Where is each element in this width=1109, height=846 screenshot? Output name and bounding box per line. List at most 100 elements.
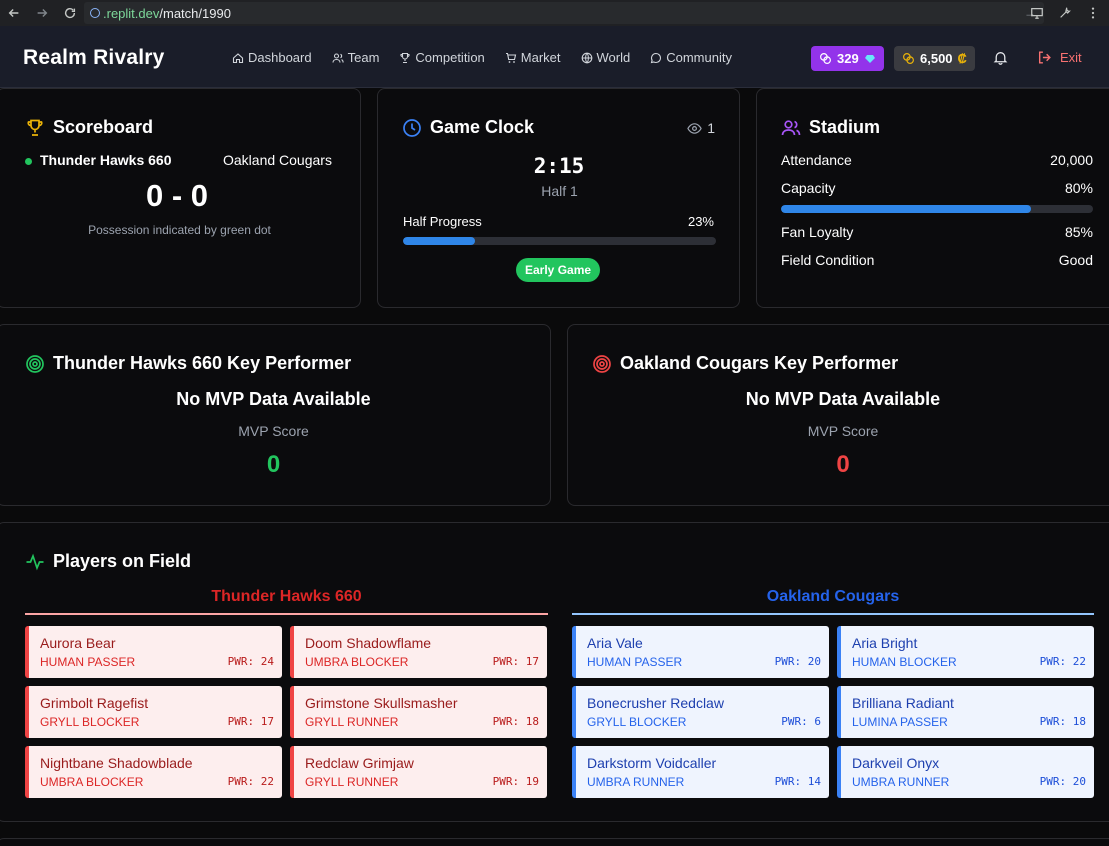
player-name: Grimbolt Ragefist: [40, 695, 149, 711]
main-nav: Dashboard Team Competition Market World …: [232, 50, 732, 65]
player-power: PWR: 20: [1039, 775, 1086, 788]
player-card[interactable]: Aria Vale HUMAN PASSER PWR: 20: [572, 626, 829, 678]
logout-icon: [1038, 51, 1051, 64]
address-bar[interactable]: .replit.dev/match/1990 →: [84, 2, 1044, 24]
player-card[interactable]: Grimstone Skullsmasher GRYLL RUNNER PWR: …: [290, 686, 547, 738]
gem-icon: [864, 54, 875, 63]
scoreboard-title: Scoreboard: [25, 117, 153, 138]
player-card[interactable]: Grimbolt Ragefist GRYLL BLOCKER PWR: 17: [25, 686, 282, 738]
player-role: GRYLL BLOCKER: [40, 715, 140, 729]
player-name: Darkveil Onyx: [852, 755, 940, 771]
half-progress-fill: [403, 237, 475, 245]
half-progress-bar: [403, 237, 716, 245]
player-power: PWR: 17: [227, 715, 274, 728]
browser-toolbar: .replit.dev/match/1990 →: [0, 0, 1109, 26]
home-mvp-score: 0: [266, 451, 281, 478]
player-role: HUMAN BLOCKER: [852, 655, 957, 669]
game-time: 2:15: [533, 154, 585, 178]
player-name: Doom Shadowflame: [305, 635, 432, 651]
player-card[interactable]: Brilliana Radiant LUMINA PASSER PWR: 18: [837, 686, 1094, 738]
player-role: GRYLL RUNNER: [305, 715, 399, 729]
player-card[interactable]: Aurora Bear HUMAN PASSER PWR: 24: [25, 626, 282, 678]
wrench-icon[interactable]: [1053, 0, 1077, 26]
game-clock-card: Game Clock 1 2:15 Half 1 Half Progress 2…: [377, 88, 740, 308]
coins-icon: [903, 53, 914, 64]
player-power: PWR: 18: [492, 715, 539, 728]
player-role: GRYLL BLOCKER: [587, 715, 687, 729]
player-role: UMBRA BLOCKER: [40, 775, 144, 789]
activity-icon: [26, 553, 44, 570]
users-icon: [781, 119, 801, 135]
nav-dashboard[interactable]: Dashboard: [232, 50, 312, 65]
player-card[interactable]: Nightbane Shadowblade UMBRA BLOCKER PWR: …: [25, 746, 282, 798]
player-power: PWR: 14: [774, 775, 821, 788]
exit-button[interactable]: Exit: [1037, 50, 1082, 65]
credits-count: 6,500: [920, 51, 953, 66]
player-power: PWR: 6: [781, 715, 821, 728]
gems-balance[interactable]: 329: [811, 46, 884, 71]
player-role: GRYLL RUNNER: [305, 775, 399, 789]
home-roster-heading: Thunder Hawks 660: [25, 588, 548, 615]
player-name: Redclaw Grimjaw: [305, 755, 414, 771]
nav-team[interactable]: Team: [332, 50, 379, 65]
credit-currency-icon: ₡: [957, 51, 967, 66]
player-card[interactable]: Doom Shadowflame UMBRA BLOCKER PWR: 17: [290, 626, 547, 678]
app-header: Realm Rivalry Dashboard Team Competition…: [0, 26, 1109, 88]
target-icon: [26, 354, 44, 373]
bell-icon[interactable]: [993, 50, 1008, 70]
nav-market[interactable]: Market: [505, 50, 561, 65]
half-indicator: Half 1: [541, 183, 578, 199]
trophy-icon: [27, 119, 43, 136]
forward-icon[interactable]: [28, 0, 56, 26]
player-card[interactable]: Bonecrusher Redclaw GRYLL BLOCKER PWR: 6: [572, 686, 829, 738]
players-on-field-title: Players on Field: [25, 551, 191, 572]
url-host: .replit.dev: [103, 5, 160, 21]
site-info-icon[interactable]: [90, 8, 100, 18]
chat-bubble-icon: [650, 52, 662, 63]
away-mvp-status: No MVP Data Available: [745, 389, 941, 409]
player-card[interactable]: Darkveil Onyx UMBRA RUNNER PWR: 20: [837, 746, 1094, 798]
home-mvp-score-label: MVP Score: [238, 423, 309, 439]
player-power: PWR: 17: [492, 655, 539, 668]
nav-competition[interactable]: Competition: [399, 50, 485, 65]
player-role: UMBRA BLOCKER: [305, 655, 409, 669]
brand-logo[interactable]: Realm Rivalry: [23, 46, 165, 70]
possession-note: Possession indicated by green dot: [88, 223, 271, 237]
player-name: Darkstorm Voidcaller: [587, 755, 717, 771]
player-power: PWR: 22: [227, 775, 274, 788]
monitor-icon[interactable]: [1025, 0, 1049, 26]
more-icon[interactable]: [1081, 0, 1105, 26]
eye-icon: [687, 122, 702, 134]
player-card[interactable]: Aria Bright HUMAN BLOCKER PWR: 22: [837, 626, 1094, 678]
capacity-bar: [781, 205, 1093, 213]
player-card[interactable]: Darkstorm Voidcaller UMBRA RUNNER PWR: 14: [572, 746, 829, 798]
attendance-row: Attendance 20,000: [781, 152, 1093, 168]
player-name: Aurora Bear: [40, 635, 116, 651]
nav-label: Dashboard: [248, 50, 312, 65]
game-clock-title: Game Clock: [402, 117, 534, 138]
url-path: /match/1990: [159, 5, 231, 21]
credits-balance[interactable]: 6,500 ₡: [894, 46, 975, 71]
coins-icon: [820, 53, 831, 64]
back-icon[interactable]: [0, 0, 28, 26]
half-progress-label: Half Progress: [403, 214, 482, 229]
score-display: 0 - 0: [145, 178, 209, 213]
capacity-row: Capacity 80%: [781, 180, 1093, 196]
nav-world[interactable]: World: [581, 50, 631, 65]
player-power: PWR: 19: [492, 775, 539, 788]
player-power: PWR: 18: [1039, 715, 1086, 728]
nav-community[interactable]: Community: [650, 50, 732, 65]
gems-count: 329: [837, 51, 859, 66]
half-progress-value: 23%: [687, 214, 714, 229]
players-on-field-card: Players on Field Thunder Hawks 660 Oakla…: [0, 522, 1109, 822]
reload-icon[interactable]: [56, 0, 84, 26]
cart-icon: [505, 52, 516, 63]
capacity-fill: [781, 205, 1031, 213]
player-card[interactable]: Redclaw Grimjaw GRYLL RUNNER PWR: 19: [290, 746, 547, 798]
exit-label: Exit: [1060, 50, 1082, 65]
field-condition-row: Field Condition Good: [781, 252, 1093, 268]
home-mvp-status: No MVP Data Available: [176, 389, 371, 409]
nav-label: World: [596, 50, 631, 65]
away-key-performer-card: Oakland Cougars Key Performer No MVP Dat…: [567, 324, 1109, 506]
away-roster-heading: Oakland Cougars: [572, 588, 1094, 615]
